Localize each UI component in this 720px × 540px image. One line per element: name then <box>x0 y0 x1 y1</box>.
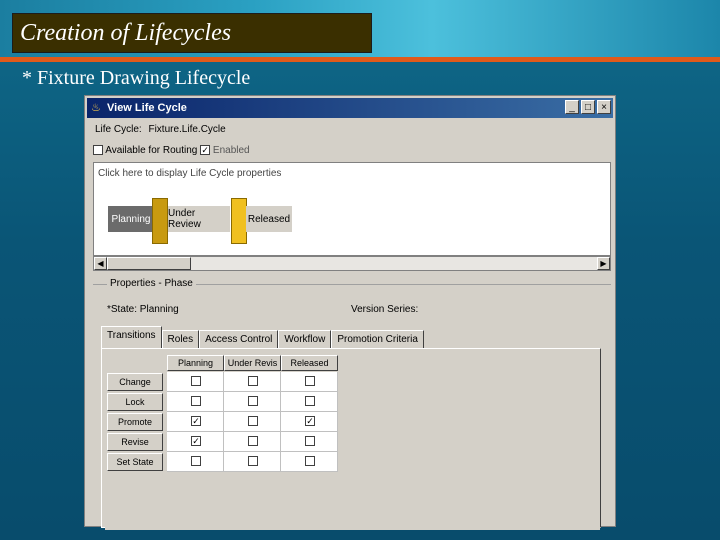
enabled-checkbox[interactable]: ✓ <box>200 145 211 156</box>
tab-promotion-criteria[interactable]: Promotion Criteria <box>331 330 424 348</box>
scroll-left-icon[interactable]: ◀ <box>94 257 107 270</box>
tab-roles[interactable]: Roles <box>161 330 200 348</box>
grid-cell: ✓ <box>167 432 224 452</box>
transitions-grid: Planning Under Revis Released Change Lock… <box>105 352 600 530</box>
tab-transitions[interactable]: Transitions <box>101 326 162 348</box>
grid-cell <box>224 412 281 432</box>
grid-cell <box>281 432 338 452</box>
phase-gate-2[interactable] <box>231 198 247 244</box>
slide-title: Creation of Lifecycles <box>20 19 232 46</box>
diagram-hint: Click here to display Life Cycle propert… <box>98 168 282 179</box>
enabled-label: Enabled <box>212 145 250 156</box>
grid-cell <box>281 452 338 472</box>
grid-cell <box>167 372 224 392</box>
window-titlebar[interactable]: ♨ View Life Cycle _ □ × <box>87 98 613 118</box>
grid-cell <box>224 392 281 412</box>
grid-cell <box>224 432 281 452</box>
phase-under-review[interactable]: Under Review <box>168 206 230 232</box>
row-header[interactable]: Set State <box>107 453 163 471</box>
phase-planning[interactable]: Planning <box>108 206 154 232</box>
grid-cell: ✓ <box>281 412 338 432</box>
transitions-panel: Planning Under Revis Released Change Lock… <box>101 348 601 530</box>
grid-cell <box>167 392 224 412</box>
maximize-button[interactable]: □ <box>581 100 595 114</box>
available-for-routing-checkbox[interactable] <box>93 145 103 156</box>
column-header[interactable]: Released <box>281 355 338 371</box>
column-header[interactable]: Under Revis <box>224 355 281 371</box>
grid-cell <box>224 452 281 472</box>
transition-checkbox[interactable]: ✓ <box>191 416 201 426</box>
diagram-scrollbar[interactable]: ◀ ▶ <box>93 256 611 271</box>
transition-checkbox[interactable]: ✓ <box>191 436 201 446</box>
row-header[interactable]: Revise <box>107 433 163 451</box>
window-title: View Life Cycle <box>107 102 187 114</box>
grid-cell <box>167 452 224 472</box>
minimize-button[interactable]: _ <box>565 100 579 114</box>
lifecycle-diagram[interactable]: Click here to display Life Cycle propert… <box>93 162 611 256</box>
scroll-right-icon[interactable]: ▶ <box>597 257 610 270</box>
row-header[interactable]: Change <box>107 373 163 391</box>
transition-checkbox[interactable] <box>248 416 258 426</box>
phase-released[interactable]: Released <box>246 206 292 232</box>
grid-cell: ✓ <box>167 412 224 432</box>
accent-line <box>0 57 720 62</box>
transition-checkbox[interactable] <box>305 456 315 466</box>
transition-checkbox[interactable] <box>248 456 258 466</box>
transition-checkbox[interactable] <box>248 436 258 446</box>
view-life-cycle-window: ♨ View Life Cycle _ □ × Life Cycle: Fixt… <box>84 95 616 530</box>
transition-checkbox[interactable] <box>305 396 315 406</box>
tab-workflow[interactable]: Workflow <box>278 330 332 348</box>
transition-checkbox[interactable] <box>305 436 315 446</box>
slide-subtitle: * Fixture Drawing Lifecycle <box>22 67 251 89</box>
version-series-label: Version Series: <box>351 304 419 315</box>
grid-cell <box>281 372 338 392</box>
close-button[interactable]: × <box>597 100 611 114</box>
transition-checkbox[interactable] <box>305 376 315 386</box>
lifecycle-name: Fixture.Life.Cycle <box>148 124 226 135</box>
transition-checkbox[interactable] <box>248 376 258 386</box>
state-label: *State: Planning <box>107 304 179 315</box>
transition-checkbox[interactable] <box>191 396 201 406</box>
transition-checkbox[interactable] <box>191 456 201 466</box>
lifecycle-label: Life Cycle: Fixture.Life.Cycle <box>95 124 226 135</box>
grid-cell <box>224 372 281 392</box>
phase-gate-1[interactable] <box>152 198 168 244</box>
transition-checkbox[interactable] <box>191 376 201 386</box>
row-header[interactable]: Promote <box>107 413 163 431</box>
tab-access-control[interactable]: Access Control <box>199 330 279 348</box>
grid-cell <box>281 392 338 412</box>
transition-checkbox[interactable]: ✓ <box>305 416 315 426</box>
column-header[interactable]: Planning <box>167 355 224 371</box>
transition-checkbox[interactable] <box>248 396 258 406</box>
java-cup-icon: ♨ <box>91 102 101 114</box>
available-for-routing-label: Available for Routing <box>105 145 198 156</box>
routing-option: Available for Routing ✓ Enabled <box>93 145 250 156</box>
property-tabs: Transitions Roles Access Control Workflo… <box>101 326 424 348</box>
lifecycle-label-text: Life Cycle: <box>95 124 142 135</box>
row-header[interactable]: Lock <box>107 393 163 411</box>
properties-title: Properties - Phase <box>107 278 196 289</box>
scroll-thumb[interactable] <box>107 257 191 270</box>
title-box: Creation of Lifecycles <box>12 13 372 53</box>
